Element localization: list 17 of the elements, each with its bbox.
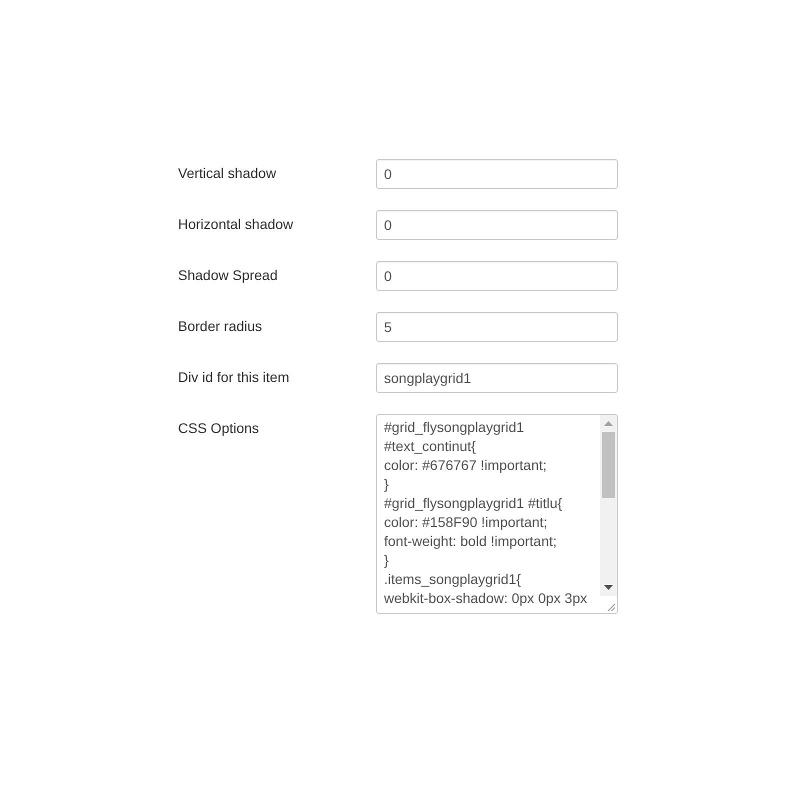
scrollbar-thumb[interactable] xyxy=(602,432,615,498)
text-input-field[interactable]: 0 xyxy=(376,261,618,291)
field-label: Shadow Spread xyxy=(178,267,278,283)
field-label: Border radius xyxy=(178,318,262,334)
field-label: CSS Options xyxy=(178,420,259,436)
field-label: Div id for this item xyxy=(178,369,290,385)
up-arrow-icon[interactable] xyxy=(604,421,613,426)
field-label: Horizontal shadow xyxy=(178,216,294,232)
resize-grip-icon[interactable] xyxy=(607,603,615,611)
field-label: Vertical shadow xyxy=(178,165,276,181)
text-input-field[interactable]: 0 xyxy=(376,210,618,240)
text-input-field[interactable]: 0 xyxy=(376,159,618,189)
text-input-field[interactable]: songplaygrid1 xyxy=(376,363,618,393)
down-arrow-icon[interactable] xyxy=(604,585,613,590)
scrollbar[interactable] xyxy=(600,415,617,596)
text-input-field[interactable]: 5 xyxy=(376,312,618,342)
css-options-field[interactable]: #grid_flysongplaygrid1 #text_continut{ color: #676767 !important; } #grid_flysongplaygrid1 #titlu{ color: #158F90 !important; font-weight: bold !important; } .items_songplaygrid1{ webkit-box-shadow: 0px 0px 3px xyxy=(376,414,618,614)
